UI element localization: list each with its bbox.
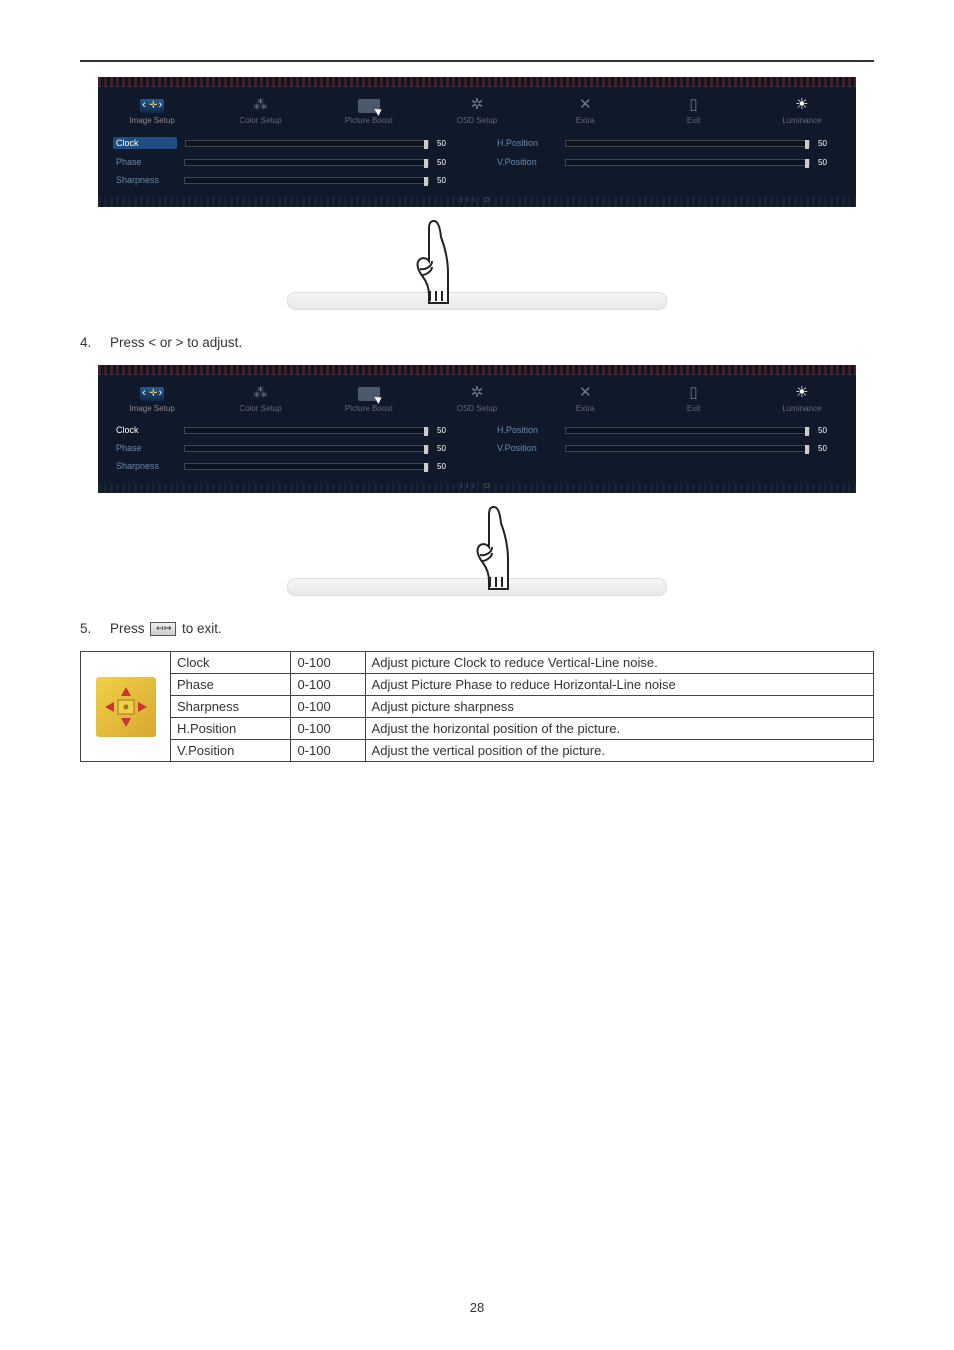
tab-extra: ✕ Extra: [531, 379, 639, 413]
step-5-text: Press to exit.: [110, 621, 222, 636]
touch-illustration-1: [98, 215, 856, 310]
tab-osd-setup-label: OSD Setup: [457, 116, 497, 125]
tab-picture-boost: Picture Boost: [315, 379, 423, 413]
tab-image-setup: ‹› Image Setup: [98, 379, 206, 413]
osd-item-vposition: V.Position 50: [497, 443, 838, 453]
cell-desc-clock: Adjust picture Clock to reduce Vertical-…: [365, 652, 873, 674]
cell-name-sharpness: Sharpness: [171, 696, 291, 718]
tab-color-setup-label: Color Setup: [239, 116, 281, 125]
cell-name-phase: Phase: [171, 674, 291, 696]
tab-luminance: ☀ Luminance: [748, 91, 856, 125]
tab-osd-setup: ✲ OSD Setup: [423, 379, 531, 413]
osd-item-vposition: V.Position 50: [497, 157, 838, 167]
cell-range-vposition: 0-100: [291, 740, 365, 762]
step-4: 4. Press < or > to adjust.: [80, 335, 874, 350]
tab-image-setup: ‹› Image Setup: [98, 91, 206, 125]
osd-item-clock: Clock 50: [116, 137, 457, 149]
tab-exit-label: Exit: [687, 116, 700, 125]
osd-item-hposition: H.Position 50: [497, 137, 838, 149]
tab-luminance-label: Luminance: [782, 116, 821, 125]
step-4-text: Press < or > to adjust.: [110, 335, 242, 350]
hand-icon: [468, 503, 516, 591]
cell-name-vposition: V.Position: [171, 740, 291, 762]
tab-picture-boost-label: Picture Boost: [345, 116, 393, 125]
cell-desc-phase: Adjust Picture Phase to reduce Horizonta…: [365, 674, 873, 696]
step-5-number: 5.: [80, 621, 92, 636]
cell-range-phase: 0-100: [291, 674, 365, 696]
step-5: 5. Press to exit.: [80, 621, 874, 636]
cell-range-sharpness: 0-100: [291, 696, 365, 718]
step-4-number: 4.: [80, 335, 92, 350]
cell-name-hposition: H.Position: [171, 718, 291, 740]
spec-table-icon-cell: [81, 652, 171, 762]
tab-luminance: ☀ Luminance: [748, 379, 856, 413]
cell-name-clock: Clock: [171, 652, 291, 674]
osd-item-clock: Clock 50: [116, 425, 457, 435]
tab-exit: ▯ Exit: [639, 379, 747, 413]
cell-desc-sharpness: Adjust picture sharpness: [365, 696, 873, 718]
osd-bottom-indicator: III O: [460, 483, 493, 490]
spec-table: Clock 0-100 Adjust picture Clock to redu…: [80, 651, 874, 762]
cell-desc-vposition: Adjust the vertical position of the pict…: [365, 740, 873, 762]
osd-item-sharpness: Sharpness 50: [116, 175, 457, 185]
touch-illustration-2: [98, 501, 856, 596]
osd-item-phase: Phase 50: [116, 443, 457, 453]
osd-item-hposition: H.Position 50: [497, 425, 838, 435]
osd-bottom-indicator: III O: [460, 197, 493, 204]
cell-range-hposition: 0-100: [291, 718, 365, 740]
tab-image-setup-label: Image Setup: [129, 116, 174, 125]
tab-extra: ✕ Extra: [531, 91, 639, 125]
tab-exit: ▯ Exit: [639, 91, 747, 125]
auto-exit-button-icon: [150, 622, 176, 636]
image-setup-big-icon: [96, 677, 156, 737]
tab-picture-boost: Picture Boost: [315, 91, 423, 125]
cell-desc-hposition: Adjust the horizontal position of the pi…: [365, 718, 873, 740]
osd-screenshot-1: ‹› Image Setup ⁂ Color Setup Picture Boo…: [98, 77, 856, 207]
osd-item-sharpness: Sharpness 50: [116, 461, 457, 471]
tab-color-setup: ⁂ Color Setup: [206, 379, 314, 413]
tab-extra-label: Extra: [576, 116, 595, 125]
page-number: 28: [0, 1300, 954, 1315]
osd-item-phase: Phase 50: [116, 157, 457, 167]
tab-osd-setup: ✲ OSD Setup: [423, 91, 531, 125]
cell-range-clock: 0-100: [291, 652, 365, 674]
hand-icon: [408, 217, 456, 305]
tab-color-setup: ⁂ Color Setup: [206, 91, 314, 125]
osd-screenshot-2: ‹› Image Setup ⁂ Color Setup Picture Boo…: [98, 365, 856, 493]
